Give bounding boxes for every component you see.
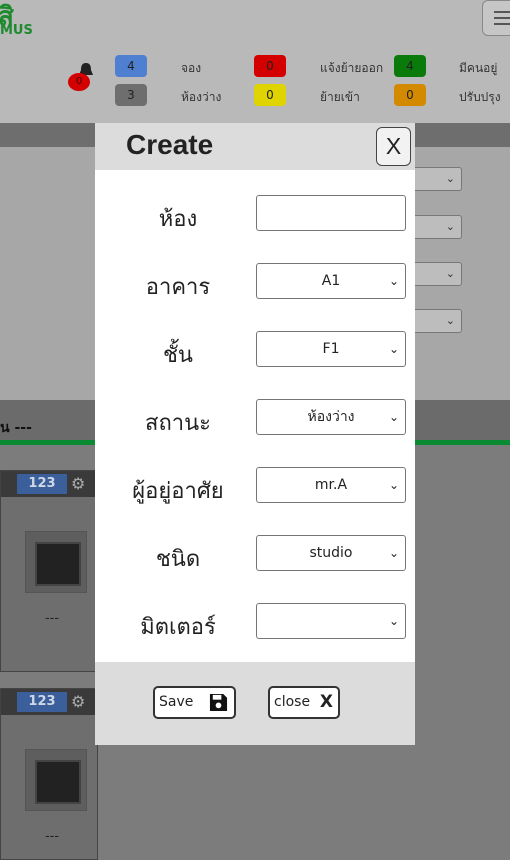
type-value: studio	[309, 545, 353, 561]
filter-select[interactable]: ⌄	[410, 215, 462, 239]
stat-label-occupied: มีคนอยู่	[459, 61, 498, 75]
floor-select[interactable]: F1 ⌄	[256, 331, 406, 367]
menu-button[interactable]	[482, 0, 510, 36]
meter-select[interactable]: ⌄	[256, 603, 406, 639]
chevron-down-icon: ⌄	[388, 410, 399, 424]
building-value: A1	[321, 273, 341, 289]
resident-select[interactable]: mr.A ⌄	[256, 467, 406, 503]
close-label: close	[274, 694, 311, 710]
stat-badge-booked: 4	[115, 55, 147, 77]
status-value: ห้องว่าง	[307, 409, 355, 425]
save-label: Save	[159, 694, 194, 710]
meter-image	[25, 749, 87, 811]
chevron-down-icon: ⌄	[388, 342, 399, 356]
gear-icon[interactable]: ⚙	[71, 692, 85, 711]
chevron-down-icon: ⌄	[388, 478, 399, 492]
modal-title: Create	[126, 129, 214, 160]
stat-badge-vacant: 3	[115, 84, 147, 106]
room-number-badge: 123	[17, 692, 67, 712]
type-select[interactable]: studio ⌄	[256, 535, 406, 571]
close-icon: X	[319, 692, 333, 712]
modal-footer: Save close X	[95, 662, 415, 745]
card-toolbar: 123 ⚙	[1, 471, 97, 497]
stat-label-vacant: ห้องว่าง	[181, 90, 222, 104]
status-label: สถานะ	[145, 411, 211, 436]
building-label: อาคาร	[145, 275, 211, 300]
building-select[interactable]: A1 ⌄	[256, 263, 406, 299]
resident-value: mr.A	[314, 477, 348, 493]
create-modal: Create X ห้อง อาคาร A1 ⌄ ชั้น F1 ⌄ สถานะ…	[95, 123, 415, 745]
stat-badge-occupied: 4	[394, 55, 426, 77]
app-header: สิ MUS 0 4 จอง 3 ห้องว่าง 0 แจ้งย้ายออก …	[0, 0, 510, 124]
stat-badge-renovate: 0	[394, 84, 426, 106]
filter-select[interactable]: ⌄	[410, 262, 462, 286]
type-label: ชนิด	[155, 547, 201, 572]
card-caption: ---	[45, 829, 60, 844]
filter-select[interactable]: ⌄	[410, 309, 462, 333]
stat-label-renovate: ปรับปรุง	[459, 90, 501, 104]
resident-label: ผู้อยู่อาศัย	[132, 479, 224, 504]
stat-label-movein: ย้ายเข้า	[320, 90, 360, 104]
room-number-badge: 123	[17, 474, 67, 494]
room-input[interactable]	[256, 195, 406, 231]
gear-icon[interactable]: ⚙	[71, 474, 85, 493]
stat-badge-moveout: 0	[254, 55, 286, 77]
stat-label-moveout: แจ้งย้ายออก	[320, 61, 384, 75]
floor-value: F1	[322, 341, 340, 357]
chevron-down-icon: ⌄	[388, 546, 399, 560]
filter-select[interactable]: ⌄	[410, 167, 462, 191]
status-select[interactable]: ห้องว่าง ⌄	[256, 399, 406, 435]
card-toolbar: 123 ⚙	[1, 689, 97, 715]
room-card[interactable]: 123 ⚙ ---	[0, 470, 98, 672]
close-x-button[interactable]: X	[376, 127, 411, 166]
logo-sub: MUS	[0, 23, 33, 38]
notification-badge: 0	[68, 73, 90, 91]
meter-label: มิตเตอร์	[140, 615, 216, 640]
meter-image	[25, 531, 87, 593]
modal-header: Create X	[95, 123, 415, 170]
close-button[interactable]: close X	[268, 686, 340, 719]
stat-badge-movein: 0	[254, 84, 286, 106]
chevron-down-icon: ⌄	[388, 274, 399, 288]
stat-label-booked: จอง	[181, 61, 202, 75]
chevron-down-icon: ⌄	[388, 614, 399, 628]
save-button[interactable]: Save	[153, 686, 236, 719]
floor-label: ชั้น	[163, 343, 193, 368]
room-card[interactable]: 123 ⚙ ---	[0, 688, 98, 860]
room-label: ห้อง	[158, 207, 198, 232]
floppy-disk-icon	[209, 693, 228, 712]
section-text: น ---	[0, 420, 32, 436]
card-caption: ---	[45, 611, 60, 626]
